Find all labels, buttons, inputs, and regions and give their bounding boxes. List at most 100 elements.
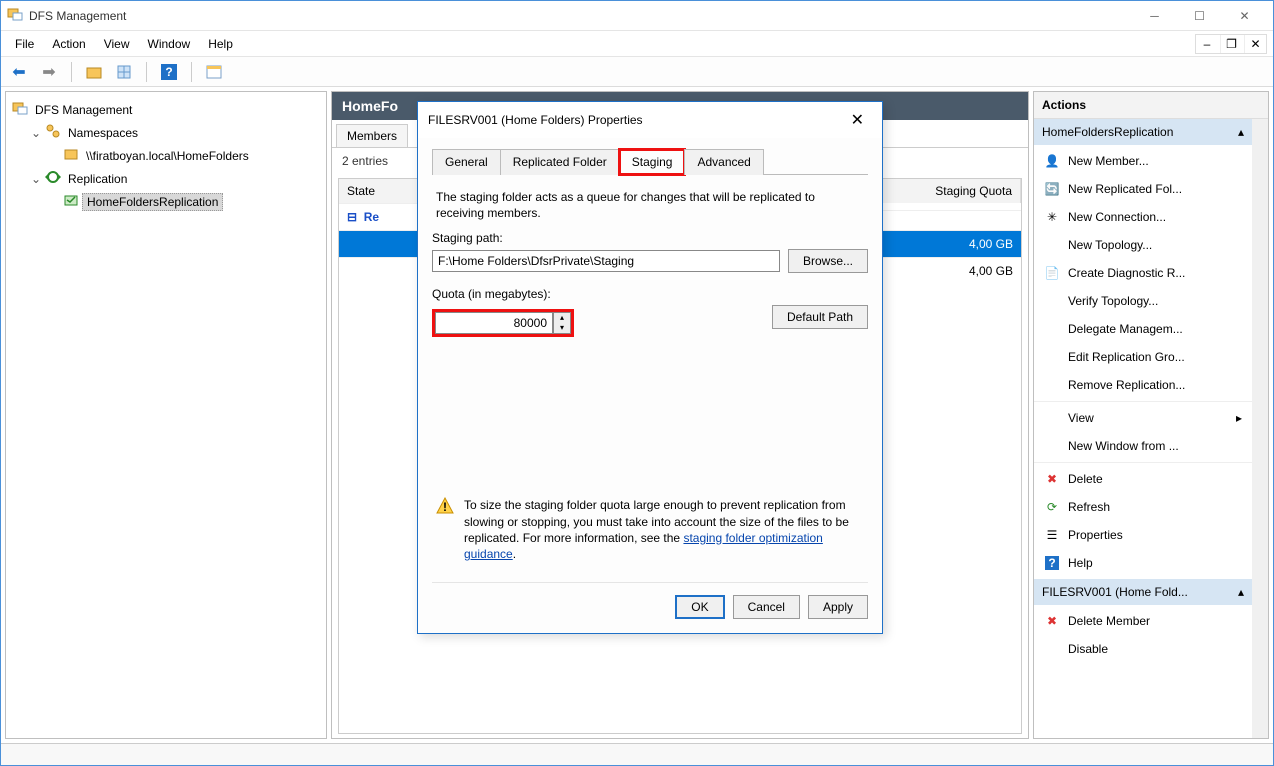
action-new-replicated-folder[interactable]: 🔄New Replicated Fol...	[1034, 175, 1252, 203]
action-properties[interactable]: ☰Properties	[1034, 521, 1252, 549]
warning-icon: !	[436, 497, 454, 562]
col-staging-quota[interactable]: Staging Quota	[881, 179, 1021, 203]
titlebar: DFS Management ─ ☐ ✕	[1, 1, 1273, 31]
row-expander[interactable]: ⊟ Re	[339, 203, 425, 230]
action-delegate-management[interactable]: Delegate Managem...	[1034, 315, 1252, 343]
actions-header: Actions	[1034, 92, 1268, 119]
remove-icon	[1044, 377, 1060, 393]
delegate-icon	[1044, 321, 1060, 337]
actions-section-2[interactable]: FILESRV001 (Home Fold... ▴	[1034, 579, 1252, 605]
folder-sync-icon: 🔄	[1044, 181, 1060, 197]
mdi-restore-icon[interactable]: ❐	[1220, 35, 1242, 53]
chevron-down-icon[interactable]: ⌄	[30, 172, 42, 186]
properties-dialog: FILESRV001 (Home Folders) Properties ✕ G…	[417, 101, 883, 634]
dialog-titlebar: FILESRV001 (Home Folders) Properties ✕	[418, 102, 882, 138]
action-refresh[interactable]: ⟳Refresh	[1034, 493, 1252, 521]
menubar: File Action View Window Help – ❐ ✕	[1, 31, 1273, 57]
warning-row: ! To size the staging folder quota large…	[432, 497, 868, 562]
close-button[interactable]: ✕	[1222, 2, 1267, 30]
toolbar: ⬅ ➡ ?	[1, 57, 1273, 87]
minimize-button[interactable]: ─	[1132, 2, 1177, 30]
member-icon: 👤	[1044, 153, 1060, 169]
tree-root[interactable]: DFS Management	[12, 98, 320, 121]
action-new-window[interactable]: New Window from ...	[1034, 432, 1252, 460]
staging-path-input[interactable]	[432, 250, 780, 272]
help-icon: ?	[1044, 555, 1060, 571]
dfs-root-icon	[12, 100, 28, 119]
replication-icon	[45, 169, 61, 188]
action-edit-replication-group[interactable]: Edit Replication Gro...	[1034, 343, 1252, 371]
tree-namespaces[interactable]: ⌄ Namespaces	[30, 121, 320, 144]
tree-replication-group[interactable]: HomeFoldersReplication	[48, 190, 320, 213]
default-path-button[interactable]: Default Path	[772, 305, 868, 329]
tree-pane: DFS Management ⌄ Namespaces \\f	[5, 91, 327, 739]
action-new-connection[interactable]: ✳New Connection...	[1034, 203, 1252, 231]
actions-scrollbar[interactable]	[1252, 119, 1268, 738]
dialog-close-button[interactable]: ✕	[843, 110, 872, 130]
chevron-down-icon[interactable]: ⌄	[30, 126, 42, 140]
replication-group-icon	[63, 192, 79, 211]
spinner-down-button[interactable]: ▾	[554, 323, 570, 333]
mdi-minimize-icon[interactable]: –	[1196, 35, 1218, 53]
spinner-up-button[interactable]: ▴	[554, 313, 570, 323]
tab-general[interactable]: General	[432, 149, 501, 175]
tab-replicated-folder[interactable]: Replicated Folder	[500, 149, 620, 175]
help-icon[interactable]: ?	[157, 60, 181, 84]
action-remove-replication[interactable]: Remove Replication...	[1034, 371, 1252, 399]
disable-icon	[1044, 641, 1060, 657]
browse-button[interactable]: Browse...	[788, 249, 868, 273]
back-button[interactable]: ⬅	[7, 60, 31, 84]
action-create-diagnostic[interactable]: 📄Create Diagnostic R...	[1034, 259, 1252, 287]
menu-file[interactable]: File	[7, 33, 42, 55]
connection-icon: ✳	[1044, 209, 1060, 225]
grid-icon[interactable]	[112, 60, 136, 84]
tree-namespace-item[interactable]: \\firatboyan.local\HomeFolders	[48, 144, 320, 167]
table-icon[interactable]	[202, 60, 226, 84]
action-help[interactable]: ?Help	[1034, 549, 1252, 577]
menu-action[interactable]: Action	[44, 33, 93, 55]
action-delete[interactable]: ✖Delete	[1034, 465, 1252, 493]
quota-label: Quota (in megabytes):	[432, 287, 868, 301]
action-delete-member[interactable]: ✖Delete Member	[1034, 607, 1252, 635]
edit-icon	[1044, 349, 1060, 365]
maximize-button[interactable]: ☐	[1177, 2, 1222, 30]
chevron-right-icon: ▸	[1236, 411, 1242, 425]
app-icon	[7, 6, 23, 25]
action-view[interactable]: View▸	[1034, 404, 1252, 432]
tab-staging[interactable]: Staging	[619, 149, 686, 175]
tab-advanced[interactable]: Advanced	[684, 149, 763, 175]
dialog-tabs: General Replicated Folder Staging Advanc…	[432, 148, 868, 175]
mdi-controls: – ❐ ✕	[1195, 34, 1267, 54]
collapse-icon[interactable]: ▴	[1238, 585, 1244, 599]
folder-icon[interactable]	[82, 60, 106, 84]
quota-input[interactable]	[435, 312, 553, 334]
actions-section-1[interactable]: HomeFoldersReplication ▴	[1034, 119, 1252, 145]
delete-icon: ✖	[1044, 471, 1060, 487]
apply-button[interactable]: Apply	[808, 595, 868, 619]
dialog-title: FILESRV001 (Home Folders) Properties	[428, 113, 643, 127]
action-new-member[interactable]: 👤New Member...	[1034, 147, 1252, 175]
tab-members[interactable]: Members	[336, 124, 408, 147]
col-state[interactable]: State	[339, 179, 425, 203]
main-window: DFS Management ─ ☐ ✕ File Action View Wi…	[0, 0, 1274, 766]
collapse-icon[interactable]: ▴	[1238, 125, 1244, 139]
svg-text:?: ?	[165, 65, 172, 79]
ok-button[interactable]: OK	[675, 595, 724, 619]
verify-icon	[1044, 293, 1060, 309]
tree-replication[interactable]: ⌄ Replication	[30, 167, 320, 190]
menu-window[interactable]: Window	[140, 33, 199, 55]
window-title: DFS Management	[29, 9, 126, 23]
mdi-close-icon[interactable]: ✕	[1244, 35, 1266, 53]
forward-button[interactable]: ➡	[37, 60, 61, 84]
menu-help[interactable]: Help	[200, 33, 241, 55]
action-verify-topology[interactable]: Verify Topology...	[1034, 287, 1252, 315]
namespaces-icon	[45, 123, 61, 142]
tree: DFS Management ⌄ Namespaces \\f	[12, 98, 320, 213]
topology-icon	[1044, 237, 1060, 253]
cancel-button[interactable]: Cancel	[733, 595, 800, 619]
quota-spinner: ▴ ▾	[432, 309, 574, 337]
action-new-topology[interactable]: New Topology...	[1034, 231, 1252, 259]
action-disable[interactable]: Disable	[1034, 635, 1252, 663]
actions-pane: Actions HomeFoldersReplication ▴ 👤New Me…	[1033, 91, 1269, 739]
menu-view[interactable]: View	[96, 33, 138, 55]
